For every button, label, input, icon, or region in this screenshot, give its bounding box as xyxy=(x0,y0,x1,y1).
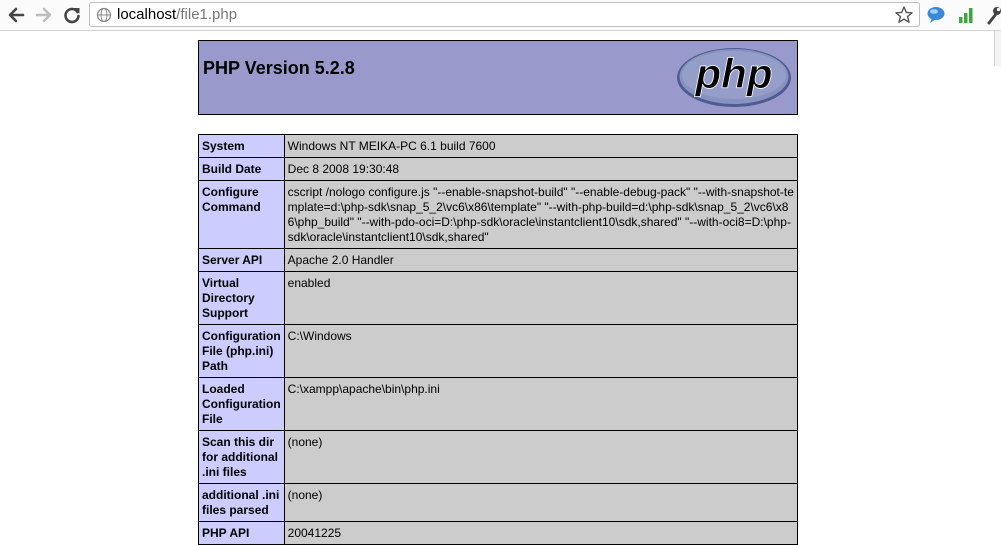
table-row: Loaded Configuration File C:\xampp\apache… xyxy=(198,377,799,431)
table-row: PHP API 20041225 xyxy=(198,521,799,545)
back-arrow-icon[interactable] xyxy=(5,4,27,26)
row-value: C:\xampp\apache\bin\php.ini xyxy=(283,377,799,431)
table-row: Scan this dir for additional .ini files(… xyxy=(198,430,799,484)
row-label: additional .ini files parsed xyxy=(198,483,285,522)
url-host: localhost xyxy=(117,6,177,23)
row-label: Virtual Directory Support xyxy=(198,271,285,325)
row-label: Build Date xyxy=(198,157,285,181)
row-value: cscript /nologo configure.js "--enable-s… xyxy=(283,180,799,249)
row-value: Dec 8 2008 19:30:48 xyxy=(283,157,799,181)
table-row: Configuration File (php.ini) Path C:\Wind… xyxy=(198,324,799,378)
wrench-icon[interactable] xyxy=(985,5,1001,25)
table-row: System Windows NT MEIKA-PC 6.1 build 7600 xyxy=(198,134,799,158)
reload-icon[interactable] xyxy=(61,4,83,26)
row-label: Configuration File (php.ini) Path xyxy=(198,324,285,378)
speech-bubble-icon[interactable] xyxy=(926,5,946,25)
table-row: additional .ini files parsed (none) xyxy=(198,483,799,522)
url-path: /file1.php xyxy=(176,6,238,23)
row-value: (none) xyxy=(283,430,799,484)
table-row: Build Date Dec 8 2008 19:30:48 xyxy=(198,157,799,181)
row-label: Loaded Configuration File xyxy=(198,377,285,431)
php-logo[interactable]: php xyxy=(675,46,793,109)
row-label: Scan this dir for additional .ini files xyxy=(198,430,285,484)
row-label: System xyxy=(198,134,285,158)
browser-toolbar: localhost/file1.php xyxy=(0,0,1001,31)
page-title: PHP Version 5.2.8 xyxy=(203,58,355,78)
row-label: PHP API xyxy=(198,521,285,545)
signal-bars-icon[interactable] xyxy=(957,5,977,25)
row-value: Apache 2.0 Handler xyxy=(283,248,799,272)
star-icon[interactable] xyxy=(894,5,914,25)
row-value: enabled xyxy=(283,271,799,325)
address-url[interactable]: localhost/file1.php xyxy=(117,6,237,24)
php-version-header: PHP Version 5.2.8 php xyxy=(198,40,798,115)
phpinfo-table: System Windows NT MEIKA-PC 6.1 build 7600… xyxy=(198,134,799,545)
phpinfo-content: PHP Version 5.2.8 php System Windows NT M… xyxy=(198,40,799,545)
table-row: Configure Command cscript /nologo configu… xyxy=(198,180,799,249)
forward-arrow-icon[interactable] xyxy=(33,4,55,26)
row-value: Windows NT MEIKA-PC 6.1 build 7600 xyxy=(283,134,799,158)
scrollbar[interactable] xyxy=(994,31,1001,66)
row-label: Configure Command xyxy=(198,180,285,249)
table-row: Virtual Directory Support enabled xyxy=(198,271,799,325)
address-bar[interactable]: localhost/file1.php xyxy=(89,2,920,27)
php-logo-text: php xyxy=(695,50,773,97)
row-value: (none) xyxy=(283,483,799,522)
row-value: C:\Windows xyxy=(283,324,799,378)
page-globe-icon xyxy=(96,7,112,23)
table-row: Server API Apache 2.0 Handler xyxy=(198,248,799,272)
row-value: 20041225 xyxy=(283,521,799,545)
row-label: Server API xyxy=(198,248,285,272)
